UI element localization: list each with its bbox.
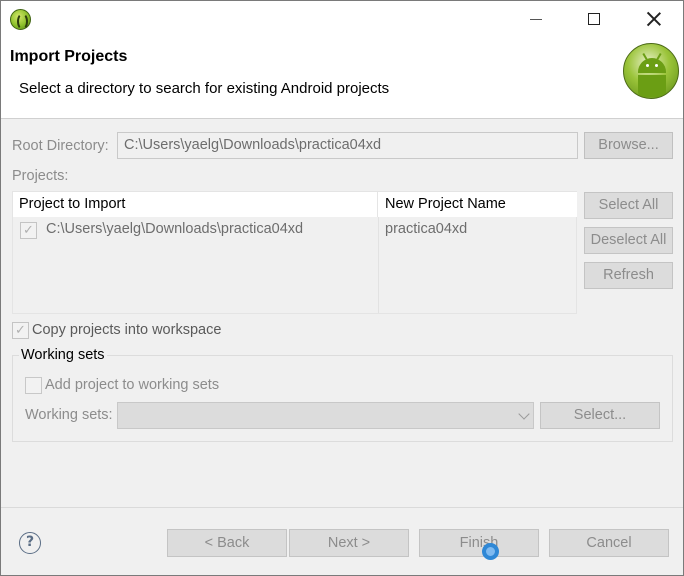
dialog-title: Import Projects bbox=[10, 48, 128, 65]
next-button[interactable]: Next > bbox=[289, 529, 409, 557]
projects-label: Projects: bbox=[12, 168, 69, 184]
dialog-header: Import Projects Select a directory to se… bbox=[1, 37, 683, 119]
import-projects-dialog: Import Projects Select a directory to se… bbox=[0, 0, 684, 576]
working-sets-label: Working sets: bbox=[25, 407, 113, 423]
table-row[interactable]: ✓ C:\Users\yaelg\Downloads\practica04xd … bbox=[13, 219, 576, 241]
title-bar bbox=[1, 1, 683, 37]
back-button[interactable]: < Back bbox=[167, 529, 287, 557]
finish-button[interactable]: Finish bbox=[419, 529, 539, 557]
footer-divider bbox=[1, 507, 683, 508]
project-path: C:\Users\yaelg\Downloads\practica04xd bbox=[46, 221, 304, 237]
browse-button[interactable]: Browse... bbox=[584, 132, 673, 159]
busy-cursor-icon bbox=[482, 543, 499, 560]
android-logo-icon bbox=[623, 43, 679, 99]
working-sets-title: Working sets bbox=[19, 347, 107, 363]
working-sets-select-button[interactable]: Select... bbox=[540, 402, 660, 429]
chevron-down-icon bbox=[518, 408, 530, 420]
add-to-working-sets-label: Add project to working sets bbox=[45, 377, 220, 393]
help-icon[interactable]: ? bbox=[19, 532, 41, 554]
root-directory-label: Root Directory: bbox=[12, 138, 109, 154]
close-icon bbox=[647, 12, 661, 26]
copy-into-workspace-checkbox[interactable]: ✓ bbox=[12, 322, 29, 339]
column-header-project[interactable]: Project to Import bbox=[13, 192, 378, 217]
minimize-icon bbox=[530, 18, 542, 20]
deselect-all-button[interactable]: Deselect All bbox=[584, 227, 673, 254]
minimize-button[interactable] bbox=[513, 1, 559, 37]
projects-table: Project to Import New Project Name ✓ C:\… bbox=[12, 191, 577, 314]
close-button[interactable] bbox=[631, 1, 677, 37]
root-directory-input[interactable]: C:\Users\yaelg\Downloads\practica04xd bbox=[117, 132, 578, 159]
working-sets-combo[interactable] bbox=[117, 402, 534, 429]
eclipse-icon bbox=[10, 9, 31, 30]
copy-into-workspace-label: Copy projects into workspace bbox=[32, 322, 222, 338]
maximize-button[interactable] bbox=[571, 1, 617, 37]
add-to-working-sets-checkbox[interactable] bbox=[25, 377, 42, 394]
project-new-name[interactable]: practica04xd bbox=[385, 221, 467, 237]
column-header-new-name[interactable]: New Project Name bbox=[378, 192, 577, 217]
project-checkbox[interactable]: ✓ bbox=[20, 222, 37, 239]
cancel-button[interactable]: Cancel bbox=[549, 529, 669, 557]
select-all-button[interactable]: Select All bbox=[584, 192, 673, 219]
dialog-description: Select a directory to search for existin… bbox=[19, 80, 390, 97]
maximize-icon bbox=[588, 13, 600, 25]
refresh-button[interactable]: Refresh bbox=[584, 262, 673, 289]
